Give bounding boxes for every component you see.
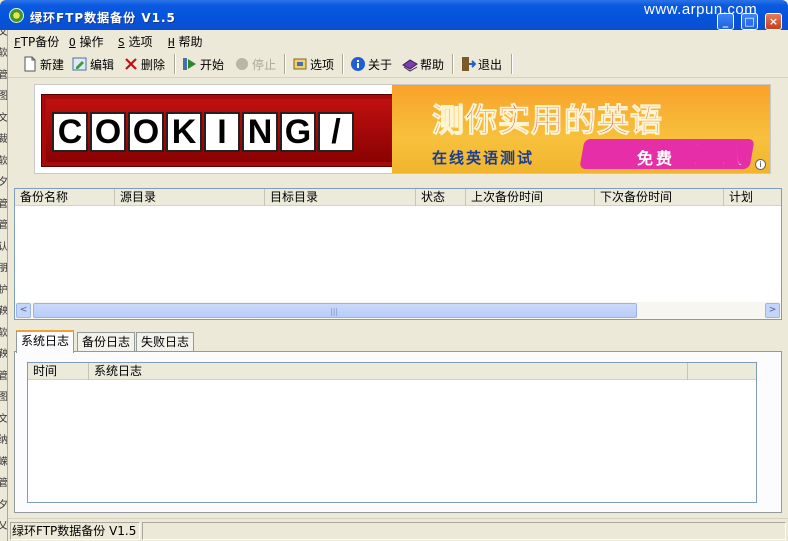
menu-ftp-backup-key: F (14, 36, 21, 49)
status-text: 绿环FTP数据备份 V1.5 (10, 522, 140, 540)
delete-icon (123, 56, 139, 72)
banner-letter-tile: O (128, 112, 164, 152)
menu-options-key: S (118, 36, 125, 49)
menu-bar: FTP备份 O 操作 S 选项 H 帮助 (8, 30, 788, 50)
banner-badge-test: 测试 (691, 141, 745, 172)
column-system-log[interactable]: 系统日志 (89, 363, 688, 380)
banner-letter-tile: K (166, 112, 202, 152)
column-schedule[interactable]: 计划 (724, 189, 781, 206)
edit-icon (72, 56, 88, 72)
tab-backup-log[interactable]: 备份日志 (77, 332, 136, 352)
horizontal-scrollbar[interactable]: < ||| > (15, 302, 781, 319)
column-status[interactable]: 状态 (416, 189, 466, 206)
start-label: 开始 (200, 57, 225, 72)
new-label: 新建 (40, 57, 65, 72)
banner-badge-free: 免费 (637, 149, 676, 168)
delete-label: 删除 (141, 57, 166, 72)
tab-system-log[interactable]: 系统日志 (16, 330, 75, 353)
banner-letter-tile: I (204, 112, 240, 152)
backup-list-header: 备份名称 源目录 目标目录 状态 上次备份时间 下次备份时间 计划 (15, 189, 781, 206)
toolbar-separator (284, 54, 286, 74)
options-button[interactable]: 选项 (292, 55, 334, 73)
stop-icon (234, 56, 250, 72)
banner-letter-tile: G (280, 112, 316, 152)
menu-help-key: H (168, 36, 175, 49)
status-pane-empty (142, 522, 786, 540)
start-icon (182, 56, 198, 72)
stop-label: 停止 (252, 57, 277, 72)
options-icon (292, 56, 308, 72)
edit-label: 编辑 (90, 57, 115, 72)
tab-failure-log[interactable]: 失败日志 (136, 332, 195, 352)
menu-operation[interactable]: O 操作 (69, 33, 103, 50)
menu-help[interactable]: H 帮助 (168, 33, 202, 50)
options-label: 选项 (310, 57, 335, 72)
help-book-icon (402, 56, 418, 72)
main-panel: C O O K I N G / 测你实用的英语 在线英语测试 免费 测试 i 备份名称 源目录… (8, 78, 788, 518)
banner-letter-tile: N (242, 112, 278, 152)
scroll-left-arrow-icon[interactable]: < (16, 303, 31, 318)
start-button[interactable]: 开始 (182, 55, 224, 73)
delete-button[interactable]: 删除 (123, 55, 165, 73)
banner-subtitle: 在线英语测试 (432, 149, 535, 167)
ad-banner[interactable]: C O O K I N G / 测你实用的英语 在线英语测试 免费 测试 i (34, 84, 771, 174)
menu-operation-key: O (69, 36, 76, 49)
scrollbar-thumb[interactable]: ||| (33, 303, 637, 318)
banner-slogan: 测你实用的英语 (431, 101, 664, 140)
banner-logo-area: C O O K I N G / (41, 94, 414, 167)
info-icon (350, 56, 366, 72)
banner-slogan-area: 测你实用的英语 在线英语测试 免费 测试 i (392, 85, 770, 173)
app-window: 绿环FTP数据备份 V1.5 www.arpun.com _ □ × FTP备份… (0, 0, 788, 541)
exit-button[interactable]: 退出 (460, 55, 502, 73)
log-tab-panel: 时间 系统日志 (14, 351, 782, 513)
new-file-icon (22, 56, 38, 72)
banner-letter-tile: / (318, 112, 354, 152)
toolbar-separator (342, 54, 344, 74)
about-button[interactable]: 关于 (350, 55, 392, 73)
column-backup-name[interactable]: 备份名称 (15, 189, 115, 206)
scrollbar-grip-icon: ||| (330, 307, 339, 316)
column-next-backup[interactable]: 下次备份时间 (595, 189, 724, 206)
menu-ftp-backup-label: TP备份 (20, 35, 60, 49)
column-last-backup[interactable]: 上次备份时间 (466, 189, 595, 206)
app-icon (9, 8, 24, 23)
menu-help-label: 帮助 (174, 35, 203, 49)
column-target-dir[interactable]: 目标目录 (265, 189, 416, 206)
title-bar[interactable]: 绿环FTP数据备份 V1.5 www.arpun.com _ □ × (0, 0, 788, 30)
minimize-button[interactable]: _ (717, 13, 734, 30)
ad-info-icon[interactable]: i (755, 159, 766, 170)
banner-logo-tiles: C O O K I N G / (52, 112, 356, 152)
edit-button[interactable]: 编辑 (72, 55, 114, 73)
menu-options[interactable]: S 选项 (118, 33, 152, 50)
backup-task-list[interactable]: 备份名称 源目录 目标目录 状态 上次备份时间 下次备份时间 计划 < ||| … (14, 188, 782, 320)
column-source-dir[interactable]: 源目录 (115, 189, 265, 206)
banner-letter-tile: O (90, 112, 126, 152)
status-bar: 绿环FTP数据备份 V1.5 (8, 518, 788, 541)
column-time[interactable]: 时间 (28, 363, 89, 380)
help-label: 帮助 (420, 57, 445, 72)
log-list-header: 时间 系统日志 (28, 363, 756, 380)
toolbar-separator (511, 54, 513, 74)
close-button[interactable]: × (765, 13, 782, 30)
about-label: 关于 (368, 57, 393, 72)
scroll-right-arrow-icon[interactable]: > (765, 303, 780, 318)
column-blank[interactable] (688, 363, 758, 380)
toolbar: 新建 编辑 删除 开始 停止 选项 关于 帮助 退出 (8, 50, 788, 78)
maximize-button[interactable]: □ (741, 13, 758, 30)
stop-button[interactable]: 停止 (234, 55, 276, 73)
toolbar-separator (452, 54, 454, 74)
window-title: 绿环FTP数据备份 V1.5 (30, 11, 176, 25)
menu-options-label: 选项 (124, 35, 153, 49)
menu-operation-label: 操作 (75, 35, 104, 49)
exit-door-icon (460, 56, 477, 72)
exit-label: 退出 (478, 57, 503, 72)
menu-ftp-backup[interactable]: FTP备份 (14, 33, 59, 50)
system-log-list[interactable]: 时间 系统日志 (27, 362, 757, 503)
banner-letter-tile: C (52, 112, 88, 152)
help-button[interactable]: 帮助 (402, 55, 444, 73)
toolbar-separator (174, 54, 176, 74)
new-button[interactable]: 新建 (22, 55, 64, 73)
